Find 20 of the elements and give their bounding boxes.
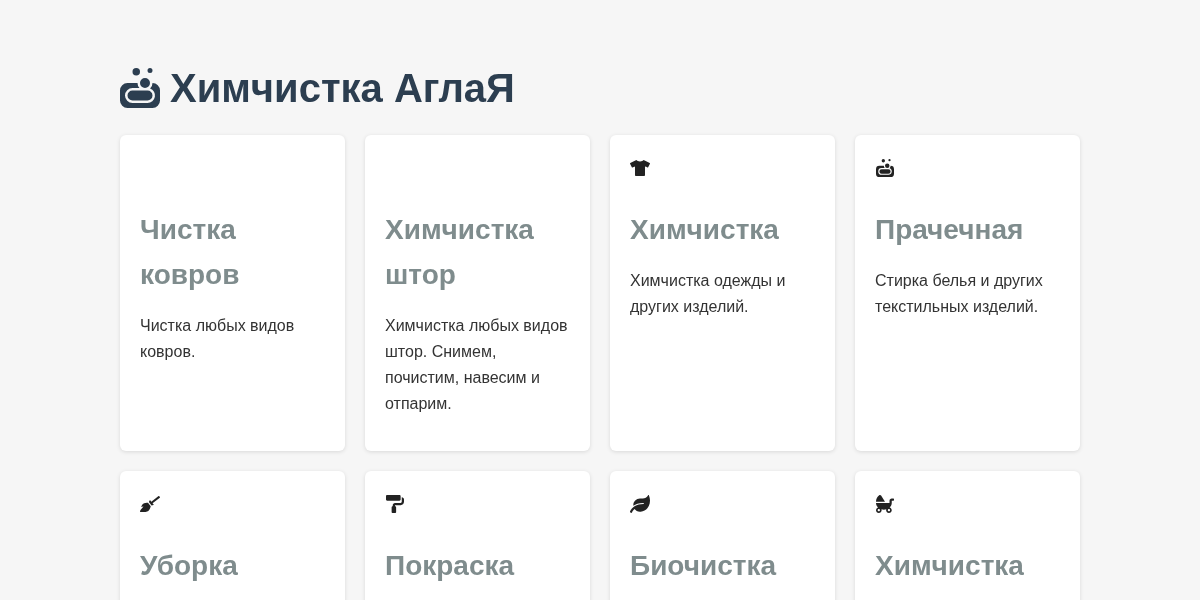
service-title: Прачечная: [875, 213, 1025, 247]
service-title: Химчистка: [875, 549, 1025, 583]
broom-icon: [140, 495, 160, 513]
service-title: Биочистка: [630, 549, 778, 583]
service-description: Чистка любых видов ковров.: [140, 316, 296, 362]
stroller-icon: [875, 495, 895, 513]
service-title: Химчистка: [630, 213, 780, 247]
service-description: Химчистка одежды и других изделий.: [630, 271, 787, 317]
service-title: Чистка ковров: [140, 213, 241, 292]
soap-icon: [875, 159, 895, 177]
service-title: Химчистка штор: [385, 213, 535, 292]
paint-roller-icon: [385, 495, 405, 513]
site-title: Химчистка АглаЯ: [170, 68, 515, 108]
service-title: Уборка: [140, 549, 239, 583]
shirt-icon: [630, 159, 650, 177]
service-title: Покраска: [385, 549, 516, 583]
soap-icon: [120, 68, 160, 108]
service-description: Химчистка любых видов штор. Снимем, почистим, навесим и отпарим.: [385, 316, 569, 414]
leaf-icon: [630, 495, 650, 513]
service-description: Стирка белья и других текстильных изделий.: [875, 271, 1044, 317]
